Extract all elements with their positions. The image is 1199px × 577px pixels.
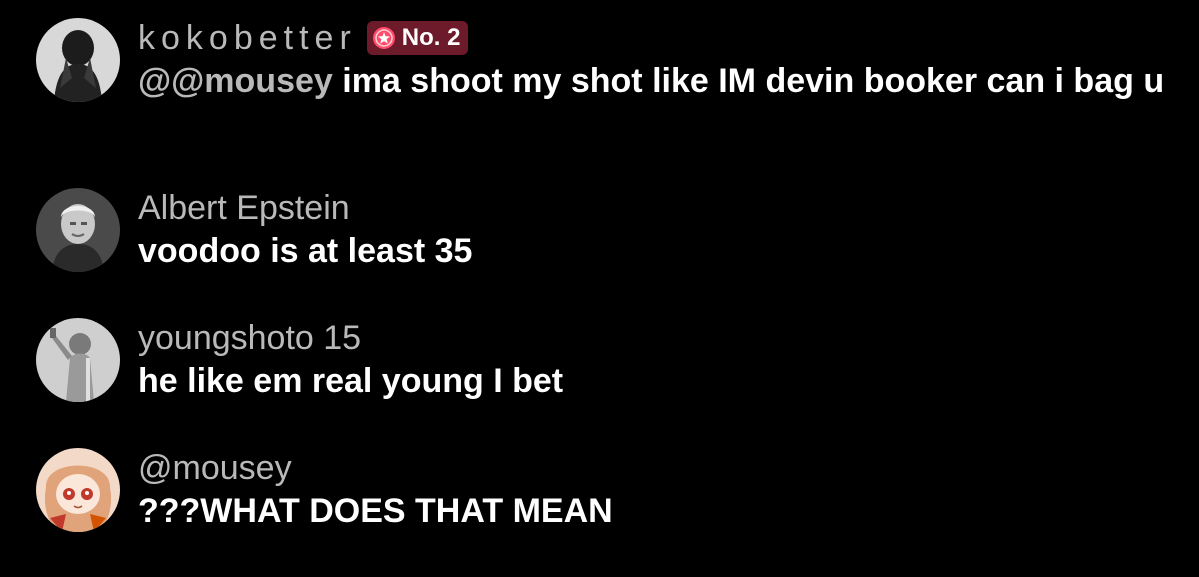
comment-text: @@mousey ima shoot my shot like IM devin… bbox=[138, 60, 1186, 102]
username[interactable]: youngshoto 15 bbox=[138, 318, 361, 358]
username[interactable]: Albert Epstein bbox=[138, 188, 350, 228]
mention-link[interactable]: @@mousey bbox=[138, 62, 333, 100]
comment-body: Albert Epstein voodoo is at least 35 bbox=[138, 188, 1186, 272]
username-row: youngshoto 15 bbox=[138, 318, 1186, 358]
comment-text-body: ima shoot my shot like IM devin booker c… bbox=[332, 62, 1165, 100]
avatar[interactable] bbox=[36, 318, 120, 402]
username-row: Albert Epstein bbox=[138, 188, 1186, 228]
username-row: @mousey bbox=[138, 448, 1186, 488]
avatar[interactable] bbox=[36, 188, 120, 272]
username[interactable]: kokobetter bbox=[138, 18, 357, 58]
comment-body: youngshoto 15 he like em real young I be… bbox=[138, 318, 1186, 402]
comment-text: he like em real young I bet bbox=[138, 362, 564, 400]
avatar[interactable] bbox=[36, 448, 120, 532]
comment-body: @mousey ???WHAT DOES THAT MEAN bbox=[138, 448, 1186, 532]
username[interactable]: @mousey bbox=[138, 448, 292, 488]
username-row: kokobetter No. 2 bbox=[138, 18, 1186, 58]
comment-text: voodoo is at least 35 bbox=[138, 232, 473, 270]
comment-body: kokobetter No. 2 @@mousey ima shoot my s… bbox=[138, 18, 1186, 102]
comment-text: ???WHAT DOES THAT MEAN bbox=[138, 492, 613, 530]
avatar[interactable] bbox=[36, 18, 120, 102]
medal-icon bbox=[372, 26, 396, 50]
rank-badge: No. 2 bbox=[366, 21, 469, 55]
badge-label: No. 2 bbox=[401, 24, 461, 51]
